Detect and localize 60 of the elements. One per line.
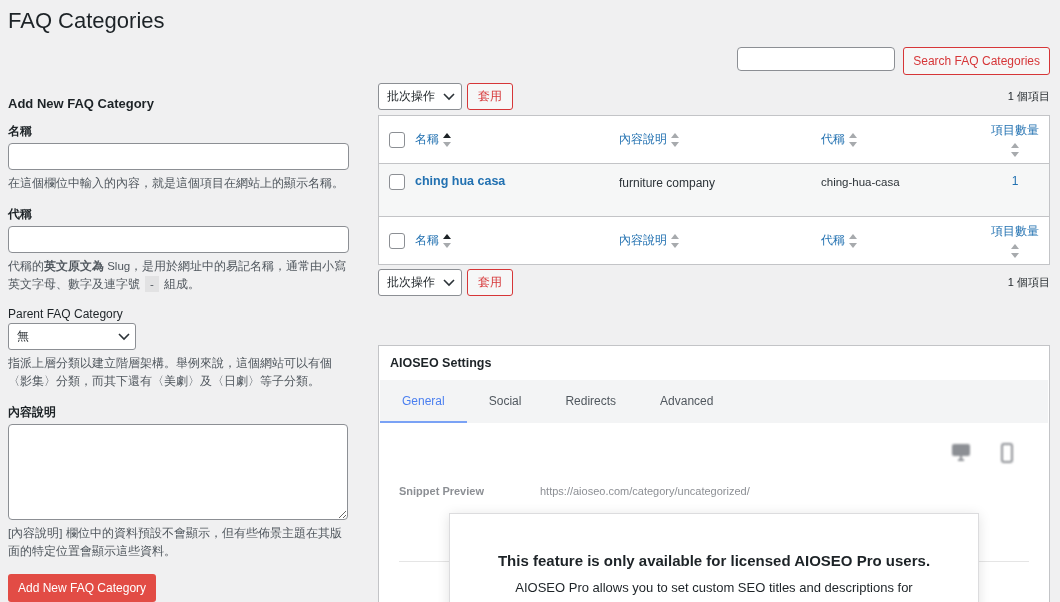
form-heading: Add New FAQ Category [8,96,155,111]
column-header-link[interactable]: 內容說明 [619,232,680,249]
help-text: [內容說明] 欄位中的資料預設不會顯示，但有些佈景主題在其版面的特定位置會顯示這些資料。 [8,526,343,559]
column-header-link[interactable]: 名稱 [415,232,452,249]
checkbox[interactable] [389,131,405,148]
item-count: 1 個項目 [1007,89,1050,104]
snippet-url: https://aioseo.com/category/uncategorized/ [540,485,750,497]
count-link[interactable]: 1 [1011,174,1019,188]
bulk-actions-select[interactable]: 批次操作 [378,83,462,110]
description-field[interactable] [8,424,348,520]
chevron-down-icon [443,278,455,287]
table-cell-text: ching-hua-casa [821,175,900,188]
sort-icon [1010,242,1020,259]
bulk-actions-select[interactable]: 批次操作 [378,269,462,296]
tab[interactable]: Advanced [638,380,736,423]
help-text: 代稱的英文原文為 Slug，是用於網址中的易記名稱，通常由小寫英文字母、數字及連字號 - 組成。 [8,259,348,293]
page-title: FAQ Categories [8,7,165,33]
column-header-link[interactable]: 項目數量 [989,222,1041,259]
checkbox[interactable] [389,232,405,249]
sort-icon [670,131,680,148]
sort-icon [848,131,858,148]
help-text: 指派上層分類以建立階層架構。舉例來說，這個網站可以有個〈影集〉分類，而其下還有〈美劇〉及〈日劇〉等子分類。 [8,356,333,389]
checkbox[interactable] [389,174,405,190]
column-header-link[interactable]: 代稱 [821,131,858,148]
sort-icon [848,232,858,249]
column-header-link[interactable]: 代稱 [821,232,858,249]
parent-select[interactable]: 無 [8,323,136,350]
phone-icon [1001,443,1013,463]
sort-icon [1010,141,1020,158]
item-count: 1 個項目 [1007,275,1050,290]
slug-field[interactable] [8,226,349,253]
add-category-button[interactable]: Add New FAQ Category [8,574,157,602]
field-label: Parent FAQ Category [8,307,124,321]
panel-title: AIOSEO Settings [389,355,493,372]
column-header-link[interactable]: 項目數量 [989,121,1041,158]
tab[interactable]: General [380,380,467,423]
notice-heading: This feature is only available for licensed AIOSEO Pro users. [496,552,932,569]
apply-button[interactable]: 套用 [467,269,513,296]
monitor-icon [951,443,971,461]
sort-icon [670,232,680,249]
sort-icon [442,131,452,148]
chevron-down-icon [443,92,455,101]
notice-text: AIOSEO Pro allows you to set custom SEO titles and descriptions for [514,580,914,595]
field-label: 名稱 [8,123,33,140]
tab[interactable]: Social [466,380,544,423]
field-label: 內容說明 [8,404,57,421]
name-field[interactable] [8,143,349,170]
tab[interactable]: Redirects [543,380,639,423]
column-header-link[interactable]: 內容說明 [619,131,680,148]
table-cell-text: furniture company [619,175,716,190]
column-header-link[interactable]: 名稱 [415,131,452,148]
help-text: 在這個欄位中輸入的內容，就是這個項目在網站上的顯示名稱。 [8,176,345,191]
category-name-link[interactable]: ching hua casa [415,174,506,188]
search-field[interactable] [737,47,896,71]
chevron-down-icon [118,332,130,341]
sort-icon [442,232,452,249]
snippet-label: Snippet Preview [399,485,484,497]
field-label: 代稱 [8,206,33,223]
apply-button[interactable]: 套用 [467,83,513,110]
search-button[interactable]: Search FAQ Categories [903,47,1050,75]
